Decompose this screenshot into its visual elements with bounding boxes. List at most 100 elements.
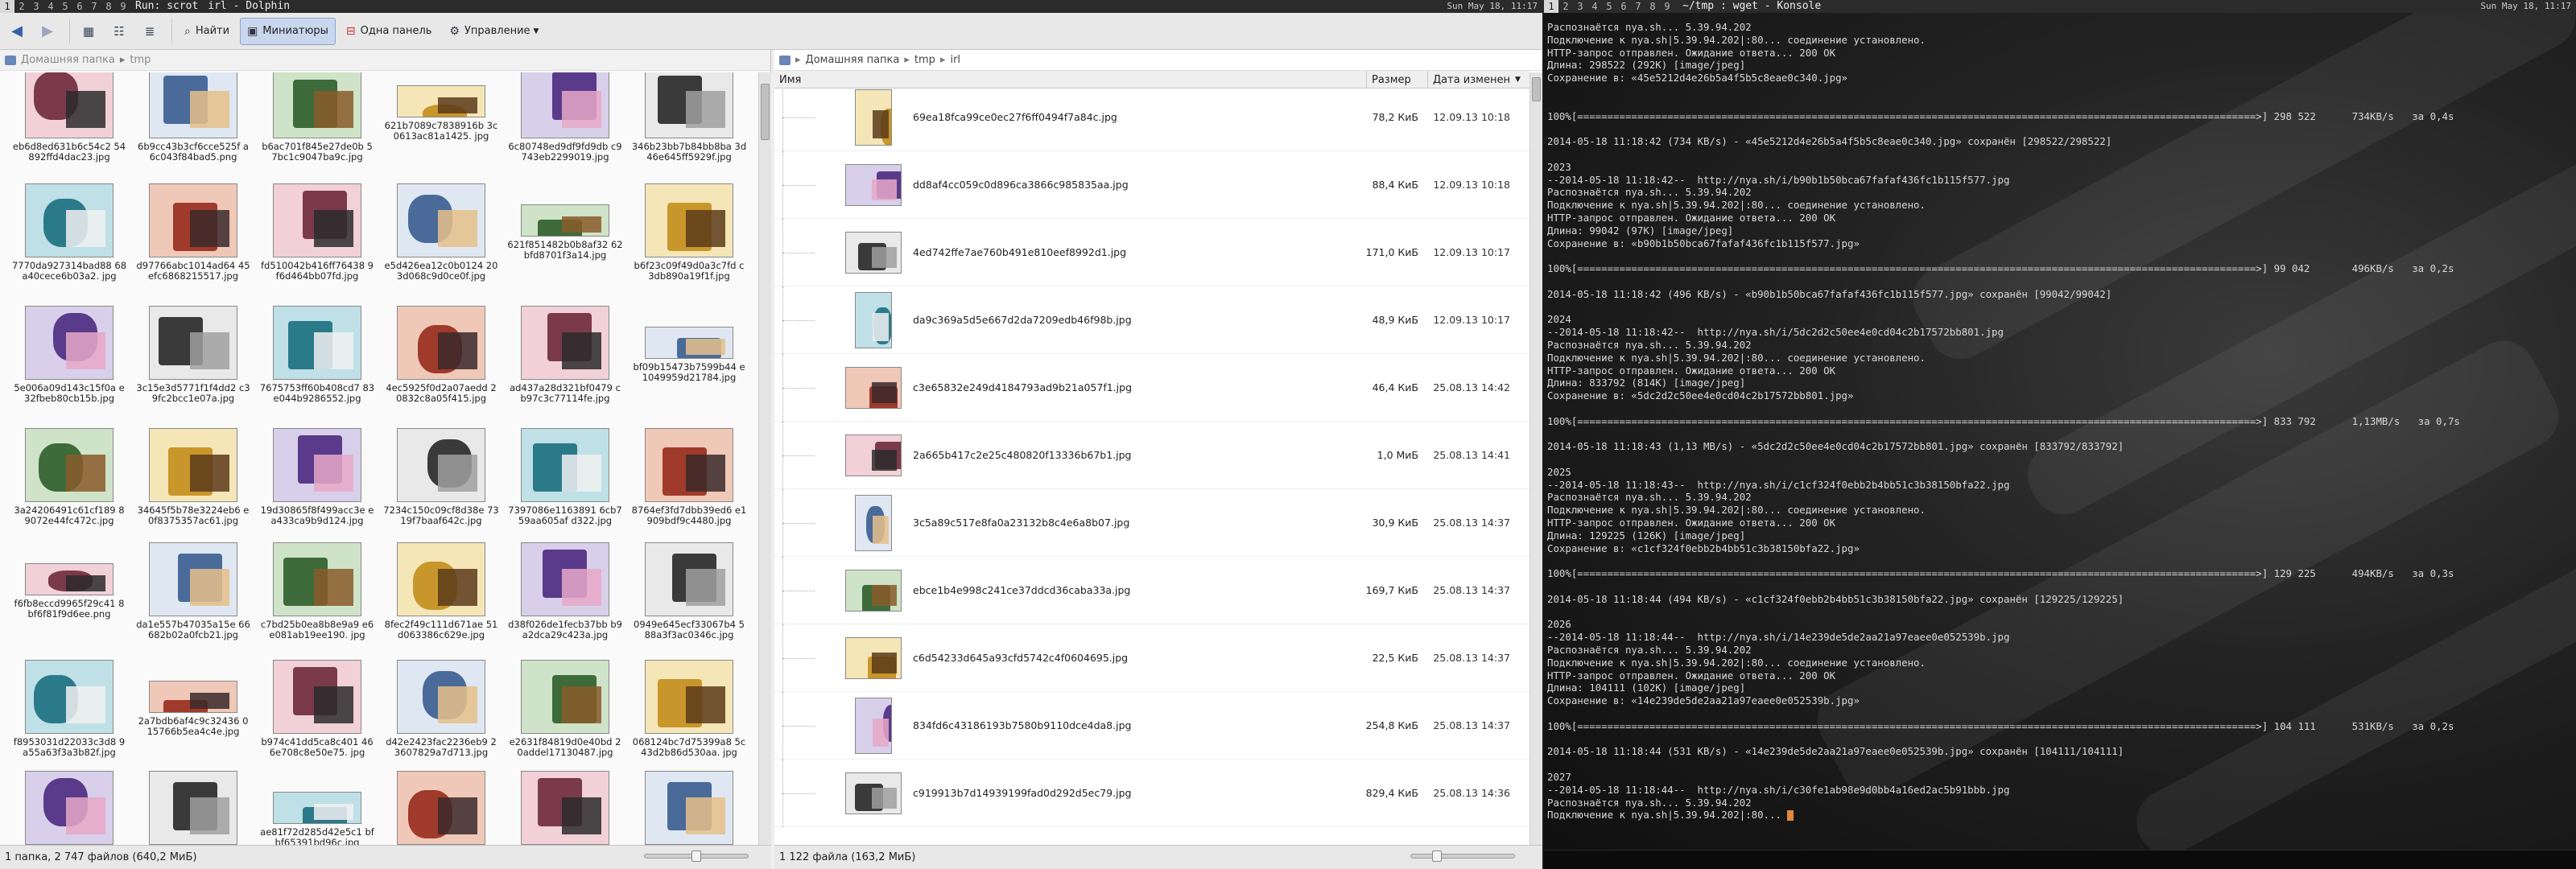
file-tile[interactable]: aa01a70bbeeb37bc2b 94f164d7e4ec0a6.jpg bbox=[628, 771, 750, 845]
file-tile[interactable]: fd510042b416ff76438 9f6d464bb07fd.jpg bbox=[256, 183, 378, 282]
zoom-slider-knob[interactable] bbox=[691, 850, 701, 862]
file-tile[interactable]: 0949e645ecf33067b4 588a3f3ac0346c.jpg bbox=[628, 542, 750, 640]
file-tile[interactable]: 3ed6f0572e1bd4623c 6a8f56ed0a11be.jpg bbox=[504, 771, 626, 845]
file-tile[interactable]: d38f026de1fecb37bb b9a2dca29c423a.jpg bbox=[504, 542, 626, 640]
file-tile[interactable]: ae81f72d285d42e5c1 bfbf65391bd96c.jpg bbox=[256, 771, 378, 845]
table-row[interactable]: 3c5a89c517e8fa0a23132b8c4e6a8b07.jpg 30,9… bbox=[774, 489, 1530, 557]
zoom-slider-right[interactable] bbox=[1410, 850, 1515, 862]
column-name-header[interactable]: Имя bbox=[774, 71, 1367, 89]
workspace-3[interactable]: 3 bbox=[1573, 0, 1587, 13]
breadcrumb-home[interactable]: Домашняя папка bbox=[806, 54, 900, 66]
file-tile[interactable]: 6c80748ed9df9fd9db c9743eb2299019.jpg bbox=[504, 72, 626, 163]
find-button[interactable]: ⌕ Найти bbox=[177, 18, 237, 45]
terminal-output[interactable]: Распознаётся nya.sh... 5.39.94.202 Подклю… bbox=[1547, 21, 2573, 822]
file-tile[interactable]: f8953031d22033c3d8 9a55a63f3a3b82f.jpg bbox=[8, 660, 130, 758]
file-tile[interactable]: 51b874bc6fa2b3b5b 2845c44c8c0b95.jpg bbox=[380, 771, 502, 845]
previews-button[interactable]: ▣ Миниатюры bbox=[240, 17, 336, 45]
workspace-1[interactable]: 1 bbox=[1544, 0, 1558, 13]
file-tile[interactable]: eb6d8ed631b6c54c2 54892ffd4dac23.jpg bbox=[8, 72, 130, 163]
table-row[interactable]: 2a665b417c2e25c480820f13336b67b1.jpg 1,0 … bbox=[774, 422, 1530, 489]
file-tile[interactable]: 8764ef3fd7dbb39ed6 e1909bdf9c4480.jpg bbox=[628, 428, 750, 526]
file-tile[interactable]: 7770da927314bad88 68a40cece6b03a2. jpg bbox=[8, 183, 130, 282]
view-compact-button[interactable]: ☷ bbox=[105, 18, 133, 45]
table-row[interactable]: dd8af4cc059c0d896ca3866c985835aa.jpg 88,4… bbox=[774, 151, 1530, 219]
file-tile[interactable]: d97766abc1014ad64 45efc6868215517.jpg bbox=[132, 183, 254, 282]
file-tile[interactable]: c7bd25b0ea8b8e9a9 e6e081ab19ee190. jpg bbox=[256, 542, 378, 640]
left-scrollbar[interactable] bbox=[758, 72, 771, 845]
breadcrumb-tmp[interactable]: tmp bbox=[914, 54, 935, 66]
table-row[interactable]: 69ea18fca99ce0ec27f6ff0494f7a84c.jpg 78,2… bbox=[774, 89, 1530, 151]
breadcrumb-irl[interactable]: irl bbox=[950, 54, 960, 66]
column-size-header[interactable]: Размер bbox=[1367, 71, 1428, 89]
workspace-switcher-left[interactable]: 123456789 bbox=[0, 0, 130, 13]
workspace-3[interactable]: 3 bbox=[29, 0, 43, 13]
view-details-button[interactable]: ≣ bbox=[136, 18, 163, 45]
file-tile[interactable]: 7397086e1163891 6cb759aa605af d322.jpg bbox=[504, 428, 626, 526]
file-tile[interactable]: b6f23c09f49d0a3c7fd c3db890a19f1f.jpg bbox=[628, 183, 750, 282]
table-row[interactable]: da9c369a5d5e667d2da7209edb46f98b.jpg 48,9… bbox=[774, 286, 1530, 354]
file-tile[interactable]: 2a7bdb6af4c9c32436 015766b5ea4c4e.jpg bbox=[132, 660, 254, 737]
scrollbar-handle[interactable] bbox=[1532, 77, 1541, 101]
file-tile[interactable]: 5e006a09d143c15f0a e32fbeb80cb15b.jpg bbox=[8, 306, 130, 404]
workspace-9[interactable]: 9 bbox=[1660, 0, 1674, 13]
file-tile[interactable]: 8fec2f49c111d671ae 51d063386c629e.jpg bbox=[380, 542, 502, 640]
right-scrollbar[interactable] bbox=[1530, 72, 1542, 845]
file-tile[interactable]: 3c15e3d5771f1f4dd2 c39fc2bcc1e07a.jpg bbox=[132, 306, 254, 404]
breadcrumb-tmp[interactable]: tmp bbox=[130, 54, 151, 66]
file-tile[interactable]: b2a720fc63f58519ab e728004d42864b.jpg bbox=[8, 771, 130, 845]
right-view-pane[interactable]: ▸ Домашняя папка ▸ tmp ▸ irl Имя Размер … bbox=[774, 50, 1542, 845]
workspace-1[interactable]: 1 bbox=[0, 0, 14, 13]
workspace-6[interactable]: 6 bbox=[72, 0, 87, 13]
file-tile[interactable]: da1e557b47035a15e 66682b02a0fcb21.jpg bbox=[132, 542, 254, 640]
file-tile[interactable]: 19d30865f8f499acc3e ea433ca9b9d124.jpg bbox=[256, 428, 378, 526]
workspace-5[interactable]: 5 bbox=[58, 0, 72, 13]
workspace-4[interactable]: 4 bbox=[1587, 0, 1602, 13]
zoom-slider-left[interactable] bbox=[644, 850, 749, 862]
workspace-7[interactable]: 7 bbox=[87, 0, 101, 13]
file-tile[interactable]: f6fb8eccd9965f29c41 8bf6f81f9d6ee.png bbox=[8, 542, 130, 620]
file-tile[interactable]: 7234c150c09cf8d38e 7319f7baaf642c.jpg bbox=[380, 428, 502, 526]
table-row[interactable]: c3e65832e249d4184793ad9b21a057f1.jpg 46,4… bbox=[774, 354, 1530, 422]
file-tile[interactable]: 6b9cc43b3cf6cce525f a6c043f84bad5.png bbox=[132, 72, 254, 163]
workspace-6[interactable]: 6 bbox=[1616, 0, 1631, 13]
file-tile[interactable]: 621f851482b0b8af32 62bfd8701f3a14.jpg bbox=[504, 183, 626, 261]
back-button[interactable]: ◀ bbox=[3, 18, 31, 45]
file-tile[interactable]: 4ec5925f0d2a07aedd 20832c8a05f415.jpg bbox=[380, 306, 502, 404]
file-tile[interactable]: cfba313b06e09c5a9b 4a8f5e99581256.jpg bbox=[132, 771, 254, 845]
workspace-5[interactable]: 5 bbox=[1602, 0, 1616, 13]
zoom-slider-knob[interactable] bbox=[1432, 850, 1442, 862]
control-menu-button[interactable]: ⚙ Управление ▼ bbox=[442, 18, 546, 45]
file-tile[interactable]: b974c41dd5ca8c401 466e708c8e50e75. jpg bbox=[256, 660, 378, 758]
workspace-8[interactable]: 8 bbox=[1645, 0, 1660, 13]
file-tile[interactable]: 34645f5b78e3224eb6 e0f8375357ac61.jpg bbox=[132, 428, 254, 526]
file-tile[interactable]: e2631f84819d0e40bd 20addel17130487.jpg bbox=[504, 660, 626, 758]
table-row[interactable]: 834fd6c43186193b7580b9110dce4da8.jpg 254,… bbox=[774, 692, 1530, 760]
file-tile[interactable]: bf09b15473b7599b44 e1049959d21784.jpg bbox=[628, 306, 750, 383]
workspace-9[interactable]: 9 bbox=[116, 0, 130, 13]
left-view-pane[interactable]: Домашняя папка ▸ tmp eb6d8ed631b6c54c2 5… bbox=[0, 50, 771, 845]
table-row[interactable]: c6d54233d645a93cfd5742c4f0604695.jpg 22,5… bbox=[774, 624, 1530, 692]
file-tile[interactable]: d42e2423fac2236eb9 23607829a7d713.jpg bbox=[380, 660, 502, 758]
file-tile[interactable]: 7675753ff60b408cd7 83e044b9286552.jpg bbox=[256, 306, 378, 404]
konsole-window[interactable]: Распознаётся nya.sh... 5.39.94.202 Подклю… bbox=[1544, 13, 2576, 869]
file-tile[interactable]: 621b7089c7838916b 3c0613ac81a1425. jpg bbox=[380, 72, 502, 142]
workspace-switcher-right[interactable]: 123456789 bbox=[1544, 0, 1674, 13]
scrollbar-handle[interactable] bbox=[761, 84, 770, 140]
view-icons-button[interactable]: ▦ bbox=[75, 18, 102, 45]
column-date-header[interactable]: Дата изменен ▼ bbox=[1428, 71, 1530, 89]
workspace-7[interactable]: 7 bbox=[1631, 0, 1645, 13]
file-tile[interactable]: e5d426ea12c0b0124 203d068c9d0ce0f.jpg bbox=[380, 183, 502, 282]
table-row[interactable]: ebce1b4e998c241ce37ddcd36caba33a.jpg 169,… bbox=[774, 557, 1530, 624]
workspace-2[interactable]: 2 bbox=[14, 0, 29, 13]
file-tile[interactable]: ad437a28d321bf0479 cb97c3c77114fe.jpg bbox=[504, 306, 626, 404]
breadcrumb-home[interactable]: Домашняя папка bbox=[21, 54, 115, 66]
single-pane-button[interactable]: ⊟ Одна панель bbox=[339, 18, 440, 45]
workspace-8[interactable]: 8 bbox=[101, 0, 116, 13]
table-row[interactable]: c919913b7d14939199fad0d292d5ec79.jpg 829,… bbox=[774, 760, 1530, 827]
workspace-2[interactable]: 2 bbox=[1558, 0, 1573, 13]
file-tile[interactable]: 346b23bb7b84bb8ba 3d46e645ff5929f.jpg bbox=[628, 72, 750, 163]
workspace-4[interactable]: 4 bbox=[43, 0, 58, 13]
file-tile[interactable]: b6ac701f845e27de0b 57bc1c9047ba9c.jpg bbox=[256, 72, 378, 163]
file-tile[interactable]: 3a24206491c61cf189 89072e44fc472c.jpg bbox=[8, 428, 130, 526]
table-row[interactable]: 4ed742ffe7ae760b491e810eef8992d1.jpg 171,… bbox=[774, 219, 1530, 286]
